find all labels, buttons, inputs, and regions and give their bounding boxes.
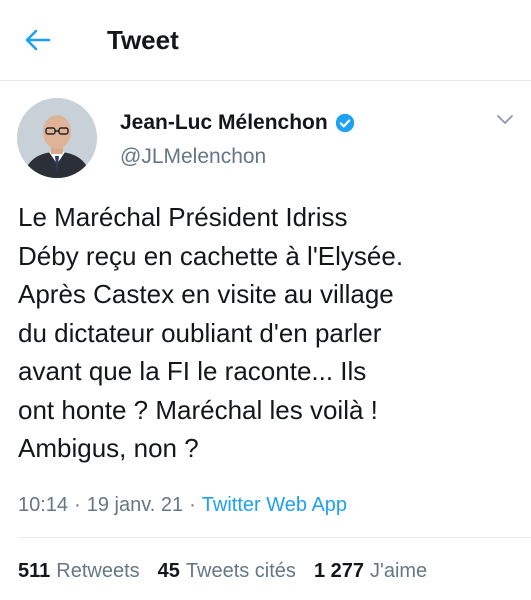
quote-tweets-label: Tweets cités: [185, 560, 296, 582]
tweet-text: Le Maréchal Président Idriss Déby reçu e…: [18, 198, 518, 468]
tweet-date[interactable]: 19 janv. 21: [87, 494, 183, 516]
tweet-source-link[interactable]: Twitter Web App: [202, 494, 347, 516]
tweet-line: du dictateur oubliant d'en parler: [18, 317, 382, 348]
meta-separator: ·: [189, 494, 196, 516]
top-bar: Tweet: [0, 0, 531, 81]
engagement-stats: 511 Retweets 45 Tweets cités 1 277 J'aime: [18, 559, 445, 583]
author-name-text: Jean-Luc Mélenchon: [120, 111, 328, 134]
tweet-line: Après Castex en visite au village: [18, 279, 394, 309]
chevron-down-icon: [497, 115, 513, 124]
tweet-line: ont honte ? Maréchal les voilà !: [18, 394, 378, 425]
more-options-button[interactable]: [493, 108, 517, 132]
tweet-line: avant que la FI le raconte... Ils: [18, 356, 367, 386]
quote-tweets-count: 45: [157, 560, 180, 582]
tweet-time[interactable]: 10:14: [18, 494, 68, 516]
retweets-count: 511: [18, 560, 51, 582]
likes-stat[interactable]: 1 277 J'aime: [314, 559, 427, 583]
arrow-left-icon: [25, 29, 51, 51]
profile-photo: [17, 98, 97, 178]
verified-badge-icon: [335, 113, 355, 133]
divider: [18, 537, 531, 538]
author-handle[interactable]: @JLMelenchon: [120, 144, 266, 170]
likes-label: J'aime: [370, 560, 428, 582]
quote-tweets-stat[interactable]: 45 Tweets cités: [158, 559, 296, 583]
tweet-metadata: 10:14 · 19 janv. 21 · Twitter Web App: [18, 493, 347, 517]
tweet-line: Ambigus, non ?: [18, 433, 199, 463]
tweet-line: Le Maréchal Président Idriss: [18, 202, 348, 232]
author-name[interactable]: Jean-Luc Mélenchon: [120, 110, 355, 136]
retweets-stat[interactable]: 511 Retweets: [18, 559, 140, 583]
retweets-label: Retweets: [56, 560, 140, 582]
likes-count: 1 277: [313, 560, 364, 582]
back-button[interactable]: [22, 24, 54, 56]
page-title: Tweet: [107, 25, 179, 55]
tweet-line: Déby reçu en cachette à l'Elysée.: [18, 240, 404, 271]
meta-separator: ·: [74, 494, 81, 516]
avatar[interactable]: [17, 98, 97, 178]
